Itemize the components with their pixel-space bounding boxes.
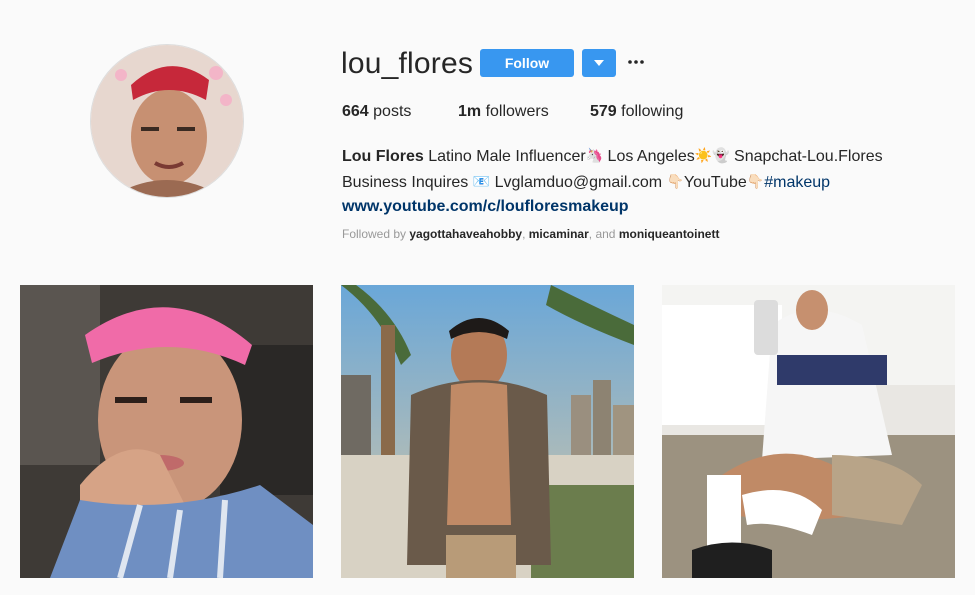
post-thumbnail[interactable] (662, 285, 955, 578)
bio-text: Los Angeles (603, 148, 695, 165)
follower-link[interactable]: moniqueantoinett (619, 227, 720, 241)
posts-count: 664 (342, 103, 369, 120)
follower-link[interactable]: yagottahaveahobby (409, 227, 522, 241)
followed-by-prefix: Followed by (342, 227, 410, 241)
ghost-emoji: 👻 (712, 147, 730, 163)
profile-full-name: Lou Flores (342, 148, 424, 165)
point-down-emoji: 👇🏻 (666, 173, 684, 189)
bio-text: Latino Male Influencer (428, 148, 586, 165)
post-thumbnail[interactable] (341, 285, 634, 578)
followers-stat[interactable]: 1m followers (458, 102, 549, 122)
following-label: following (621, 103, 684, 120)
bio-line-1: Lou Flores Latino Male Influencer🦄 Los A… (342, 143, 942, 169)
bio-text: Business Inquires (342, 174, 473, 191)
profile-bio: Lou Flores Latino Male Influencer🦄 Los A… (342, 143, 942, 219)
bio-text: Snapchat-Lou.Flores (729, 148, 883, 165)
suggestions-dropdown-button[interactable] (582, 49, 616, 77)
following-stat[interactable]: 579 following (590, 102, 683, 122)
more-options-icon (628, 60, 644, 64)
unicorn-emoji: 🦄 (585, 147, 604, 163)
followed-by: Followed by yagottahaveahobby, micaminar… (342, 227, 719, 241)
point-down-emoji: 👇🏻 (746, 173, 765, 189)
more-options-button[interactable] (627, 52, 645, 72)
post-thumbnail[interactable] (20, 285, 313, 578)
follow-button[interactable]: Follow (480, 49, 574, 77)
separator: , and (588, 227, 619, 241)
bio-line-2: Business Inquires 📧 Lvglamduo@gmail.com … (342, 169, 942, 195)
chevron-down-icon (594, 60, 604, 66)
hashtag-link[interactable]: #makeup (764, 174, 830, 191)
followers-count: 1m (458, 103, 482, 120)
profile-avatar[interactable] (90, 44, 244, 198)
following-count: 579 (590, 103, 617, 120)
envelope-emoji: 📧 (472, 173, 491, 189)
bio-text: YouTube (683, 174, 747, 191)
profile-username: lou_flores (341, 47, 474, 80)
followers-label: followers (485, 103, 549, 120)
bio-line-3: www.youtube.com/c/loufloresmakeup (342, 195, 942, 219)
follower-link[interactable]: micaminar (529, 227, 589, 241)
sun-emoji: ☀️ (694, 147, 713, 163)
bio-text: Lvglamduo@gmail.com (490, 174, 667, 191)
posts-label: posts (373, 103, 412, 120)
website-link[interactable]: www.youtube.com/c/loufloresmakeup (342, 198, 629, 215)
posts-stat: 664 posts (342, 102, 411, 122)
separator: , (522, 227, 529, 241)
